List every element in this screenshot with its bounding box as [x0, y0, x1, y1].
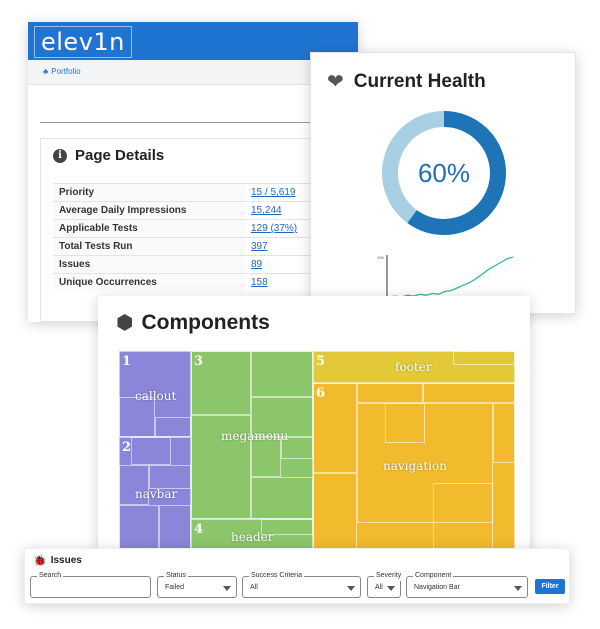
row-label: Priority — [53, 183, 245, 202]
success-criteria-legend: Success Criteria — [249, 571, 304, 581]
treemap-cell — [119, 397, 155, 437]
status-legend: Status — [164, 571, 188, 581]
treemap-cell — [453, 351, 515, 365]
treemap-group-number: 5 — [316, 354, 326, 369]
table-row: Average Daily Impressions 15,244 — [53, 201, 353, 220]
portfolio-icon: ♣ — [43, 67, 49, 76]
treemap-group-callout[interactable]: 1 callout — [119, 351, 191, 437]
current-health-header: ❤ Current Health — [327, 71, 486, 93]
component-legend: Component — [413, 571, 454, 581]
page-details-table: Priority 15 / 5,619 Average Daily Impress… — [53, 183, 353, 291]
treemap-cell — [433, 483, 493, 550]
success-criteria-value: All — [250, 584, 258, 591]
treemap-group-label: navbar — [135, 487, 178, 501]
spark-line — [388, 256, 514, 298]
breadcrumb: ♣ Portfolio — [28, 60, 358, 85]
treemap-group-label: navigation — [383, 459, 447, 473]
app-header: elev1n — [28, 22, 358, 60]
row-value-link[interactable]: 15 / 5,619 — [251, 187, 295, 198]
chevron-down-icon — [347, 586, 355, 591]
treemap-cell — [155, 417, 191, 437]
row-label: Issues — [53, 255, 245, 274]
row-value-link[interactable]: 129 (37%) — [251, 223, 297, 234]
page-details-header: i Page Details — [53, 147, 164, 164]
table-row: Unique Occurrences 158 — [53, 273, 353, 291]
table-row: Issues 89 — [53, 255, 353, 274]
severity-select[interactable]: Severity All — [367, 571, 404, 598]
issues-title: Issues — [50, 555, 82, 566]
heart-icon: ❤ — [327, 71, 344, 93]
breadcrumb-portfolio-link[interactable]: Portfolio — [51, 60, 80, 84]
treemap-group-number: 6 — [316, 386, 326, 401]
severity-value: All — [375, 584, 383, 591]
elevin-logo[interactable]: elev1n — [34, 26, 132, 58]
components-title: Components — [141, 310, 270, 334]
row-value-link[interactable]: 89 — [251, 259, 262, 270]
treemap-group-megamenu[interactable]: 3 megamenu — [191, 351, 313, 519]
treemap-group-label: callout — [135, 389, 177, 403]
search-input[interactable]: Search — [30, 571, 151, 598]
treemap-cell — [313, 473, 357, 550]
search-legend: Search — [37, 571, 64, 581]
row-value-link[interactable]: 397 — [251, 241, 268, 252]
page-details-title: Page Details — [75, 147, 165, 164]
row-label: Total Tests Run — [53, 237, 245, 256]
treemap-cell — [493, 403, 515, 463]
treemap-group-navbar[interactable]: 2 navbar — [119, 437, 191, 550]
treemap-group-number: 2 — [122, 440, 132, 455]
treemap-cell — [159, 505, 191, 550]
chevron-down-icon — [387, 586, 395, 591]
row-label: Unique Occurrences — [53, 273, 245, 291]
treemap-cell — [423, 383, 515, 403]
current-health-card: ❤ Current Health 60% 100 -10 — [310, 52, 576, 314]
info-icon: i — [53, 148, 67, 163]
treemap-cell — [251, 437, 281, 477]
treemap-cell — [385, 403, 425, 443]
treemap-group-number: 4 — [194, 522, 204, 537]
status-value: Failed — [165, 584, 185, 591]
component-value: Navigation Bar — [414, 584, 460, 591]
treemap-group-label: megamenu — [221, 429, 289, 443]
severity-legend: Severity — [374, 571, 404, 581]
row-value-link[interactable]: 15,244 — [251, 205, 282, 216]
treemap-group-number: 3 — [194, 354, 204, 369]
table-row: Total Tests Run 397 — [53, 237, 353, 256]
treemap-cell — [119, 505, 159, 550]
treemap-cell — [251, 477, 313, 519]
success-criteria-select[interactable]: Success Criteria All — [242, 571, 361, 598]
components-header: ⬢ Components — [116, 310, 270, 335]
treemap-group-header[interactable]: 4 header — [191, 519, 313, 550]
treemap-group-navigation[interactable]: 6 navigation — [313, 383, 515, 550]
table-row: Applicable Tests 129 (37%) — [53, 219, 353, 238]
bug-icon: 🐞 — [33, 555, 47, 567]
treemap-group-footer[interactable]: 5 footer — [313, 351, 515, 383]
table-row: Priority 15 / 5,619 — [53, 183, 353, 202]
treemap-group-label: footer — [395, 360, 432, 374]
treemap-cell — [149, 465, 191, 489]
issues-header: 🐞 Issues — [33, 554, 82, 567]
component-select[interactable]: Component Navigation Bar — [406, 571, 528, 598]
treemap-cell — [251, 351, 313, 397]
row-label: Applicable Tests — [53, 219, 245, 238]
filter-button[interactable]: Filter — [535, 579, 565, 594]
issues-filter-card: 🐞 Issues Search Status Failed Success Cr… — [24, 548, 570, 604]
chevron-down-icon — [514, 586, 522, 591]
page-details-card: elev1n ♣ Portfolio i Page Details Priori… — [28, 22, 358, 322]
treemap-group-number: 1 — [122, 354, 132, 369]
status-select[interactable]: Status Failed — [157, 571, 237, 598]
treemap-group-label: header — [231, 530, 274, 544]
components-card: ⬢ Components 1 callout 2 navbar 3 megame… — [98, 296, 530, 566]
health-percent: 60% — [417, 158, 471, 188]
cube-icon: ⬢ — [116, 312, 134, 334]
chevron-down-icon — [223, 586, 231, 591]
current-health-title: Current Health — [353, 71, 486, 92]
treemap-cell — [357, 383, 423, 403]
treemap-cell — [131, 437, 171, 465]
row-label: Average Daily Impressions — [53, 201, 245, 220]
row-value-link[interactable]: 158 — [251, 277, 268, 288]
